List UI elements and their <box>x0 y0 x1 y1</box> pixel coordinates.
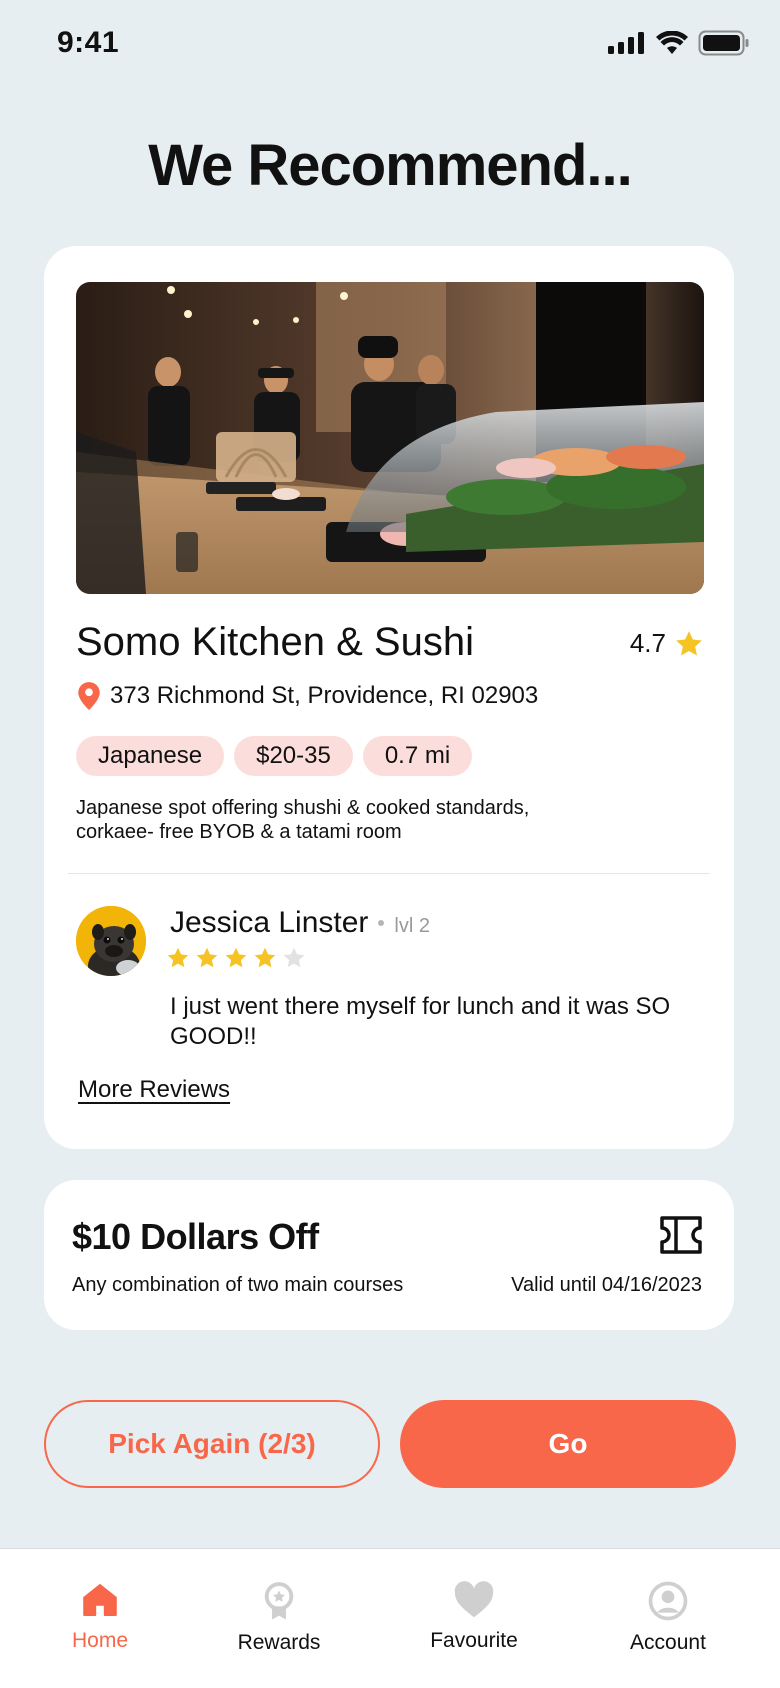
reviewer: Jessica Linster lvl 2 <box>170 906 430 940</box>
pick-again-button[interactable]: Pick Again (2/3) <box>44 1400 380 1488</box>
address-text: 373 Richmond St, Providence, RI 02903 <box>110 682 539 709</box>
page-title: We Recommend... <box>148 133 633 198</box>
status-time: 9:41 <box>57 26 120 59</box>
review-stars <box>166 946 306 970</box>
status-icons <box>608 30 750 56</box>
star-empty-icon <box>283 947 305 968</box>
star-filled-icon <box>254 947 276 968</box>
tab-label-favourite: Favourite <box>430 1629 518 1652</box>
star-icon <box>676 630 702 655</box>
tab-favourite[interactable]: Favourite <box>394 1581 554 1653</box>
divider <box>68 873 710 874</box>
wifi-icon <box>656 31 688 54</box>
coupon-valid-until: Valid until 04/16/2023 <box>511 1274 702 1296</box>
star-filled-icon <box>196 947 218 968</box>
reviewer-name: Jessica Linster <box>170 906 369 939</box>
star-filled-icon <box>167 947 189 968</box>
tab-label-rewards: Rewards <box>237 1631 321 1654</box>
tab-home[interactable]: Home <box>20 1581 180 1653</box>
rating-value: 4.7 <box>629 628 666 658</box>
restaurant-photo <box>76 282 704 594</box>
star-filled-icon <box>225 947 247 968</box>
tag-distance: 0.7 mi <box>362 736 473 776</box>
restaurant-address: 373 Richmond St, Providence, RI 02903 <box>76 681 538 711</box>
coupon-title: $10 Dollars Off <box>72 1216 319 1257</box>
restaurant-tags: Japanese $20-35 0.7 mi <box>76 736 473 776</box>
restaurant-description: Japanese spot offering shushi & cooked s… <box>76 797 530 843</box>
coupon-card[interactable]: $10 Dollars Off Any combination of two m… <box>44 1180 734 1330</box>
tag-price: $20-35 <box>234 736 353 776</box>
restaurant-name: Somo Kitchen & Sushi <box>76 620 474 664</box>
signal-icon <box>608 32 644 54</box>
separator-dot <box>378 920 385 926</box>
tab-account[interactable]: Account <box>588 1581 748 1655</box>
coupon-subtitle: Any combination of two main courses <box>72 1274 404 1296</box>
home-icon <box>83 1584 117 1616</box>
avatar[interactable] <box>76 906 146 976</box>
tag-cuisine: Japanese <box>76 736 225 776</box>
restaurant-rating: 4.7 <box>630 628 704 659</box>
reviewer-level: lvl 2 <box>394 915 430 937</box>
review-text: I just went there myself for lunch and i… <box>170 993 671 1050</box>
tab-bar: Home Rewards Favourite Account <box>0 1548 780 1688</box>
tab-label-account: Account <box>630 1631 706 1654</box>
status-bar: 9:41 <box>0 0 780 100</box>
location-pin-icon <box>78 682 100 710</box>
heart-icon <box>454 1581 494 1618</box>
go-button[interactable]: Go <box>400 1400 736 1488</box>
award-icon <box>264 1582 294 1620</box>
more-reviews-link[interactable]: More Reviews <box>78 1076 230 1104</box>
tab-label-home: Home <box>71 1629 129 1652</box>
restaurant-card[interactable]: Somo Kitchen & Sushi 4.7 373 Richmond St… <box>44 246 734 1149</box>
ticket-icon <box>660 1216 702 1254</box>
user-icon <box>648 1581 688 1621</box>
battery-icon <box>698 30 749 56</box>
tab-rewards[interactable]: Rewards <box>199 1581 359 1655</box>
